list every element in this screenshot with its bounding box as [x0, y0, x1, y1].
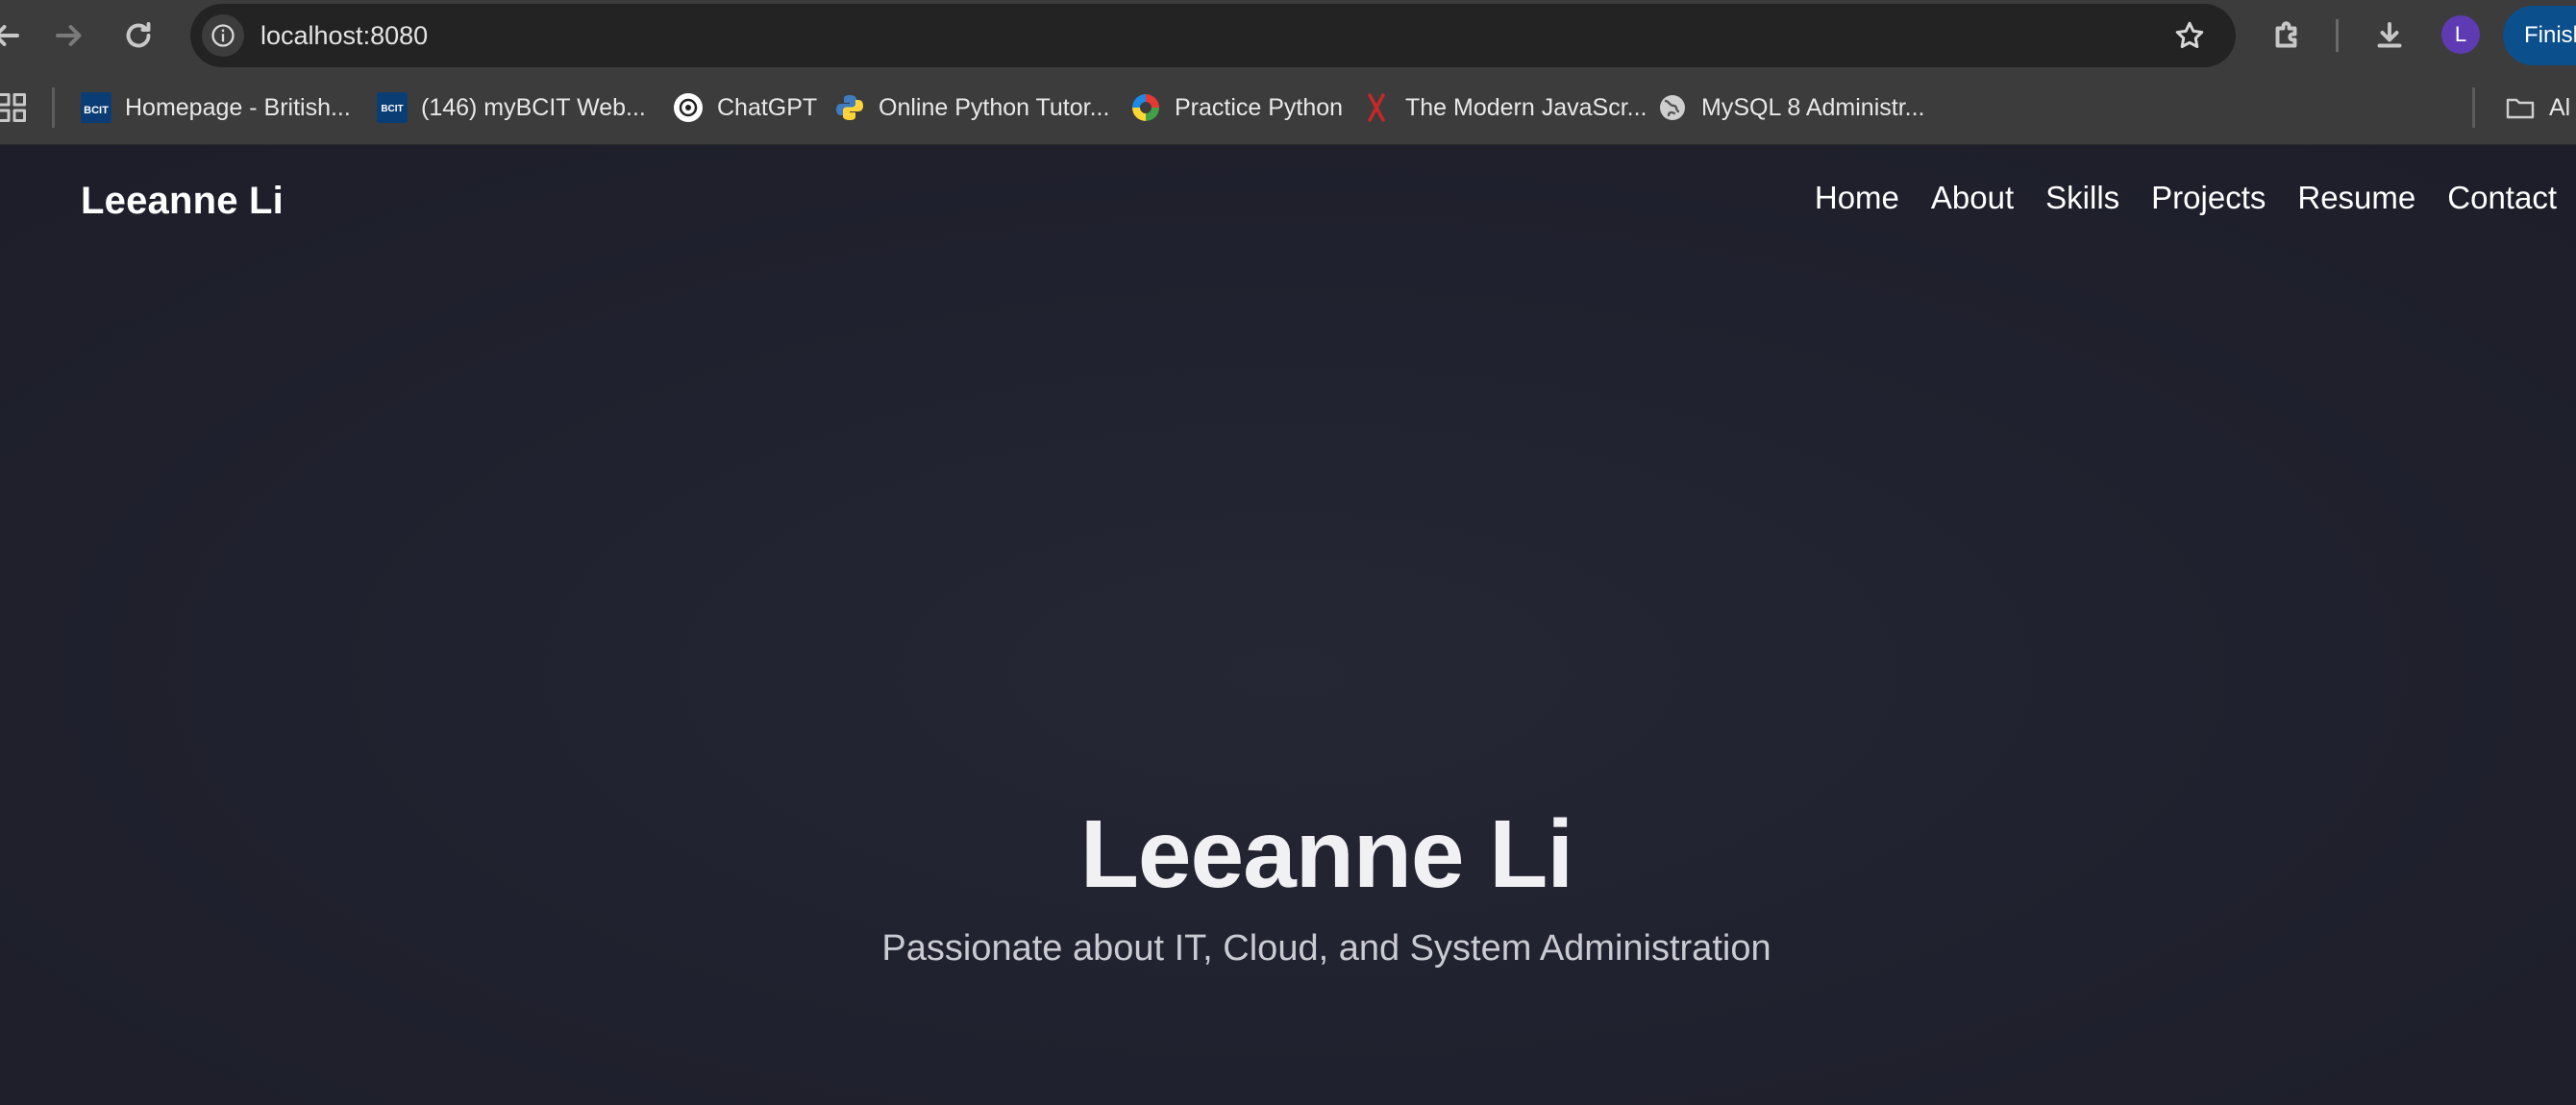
bookmark-label: The Modern JavaScr...	[1405, 93, 1647, 121]
reload-icon[interactable]	[115, 12, 161, 59]
bookmark-item[interactable]: Online Python Tutor...	[834, 86, 1109, 129]
hero-title: Leeanne Li	[1079, 800, 1573, 908]
bookmark-label: (146) myBCIT Web...	[421, 93, 646, 121]
address-bar[interactable]: localhost:8080	[190, 4, 2236, 67]
bookmark-item[interactable]: Practice Python	[1130, 86, 1343, 129]
browser-toolbar: localhost:8080 L Finish	[0, 0, 2576, 71]
url-text[interactable]: localhost:8080	[260, 4, 428, 67]
puzzle-icon[interactable]	[2265, 12, 2311, 59]
nav-contact[interactable]: Contact	[2447, 180, 2557, 216]
finish-update-button[interactable]: Finish	[2503, 6, 2576, 65]
forward-arrow-icon[interactable]	[46, 12, 92, 59]
bcit-icon: BCIT	[81, 92, 111, 123]
profile-avatar[interactable]: L	[2441, 15, 2480, 54]
bookmark-label: Practice Python	[1175, 93, 1344, 121]
bookmarks-bar: BCIT Homepage - British... BCIT (146) my…	[0, 71, 2576, 145]
bookmark-label: ChatGPT	[717, 93, 818, 121]
web-page: Leeanne Li Home About Skills Projects Re…	[0, 145, 2576, 1105]
star-icon[interactable]	[2172, 18, 2207, 53]
svg-text:BCIT: BCIT	[84, 105, 109, 116]
nav-projects[interactable]: Projects	[2151, 180, 2266, 216]
bookmark-label: Homepage - British...	[125, 93, 351, 121]
javascript-info-icon	[1361, 92, 1392, 123]
bookmark-item[interactable]: ChatGPT	[673, 86, 817, 129]
nav-about[interactable]: About	[1931, 180, 2014, 216]
all-bookmarks-label: Al	[2549, 93, 2571, 121]
toolbar-divider	[2336, 19, 2339, 52]
site-brand[interactable]: Leeanne Li	[81, 180, 284, 223]
apps-grid-icon[interactable]	[0, 85, 35, 131]
python-icon	[834, 92, 865, 123]
all-bookmarks-button[interactable]: Al	[2505, 86, 2570, 129]
site-nav: Home About Skills Projects Resume Contac…	[1815, 180, 2557, 216]
nav-skills[interactable]: Skills	[2045, 180, 2119, 216]
bookmark-label: MySQL 8 Administr...	[1701, 93, 1925, 121]
bcit-icon: BCIT	[377, 92, 408, 123]
chatgpt-icon	[673, 92, 704, 123]
globe-icon	[1657, 92, 1688, 123]
practice-python-icon	[1130, 92, 1161, 123]
hero-subtitle: Passionate about IT, Cloud, and System A…	[881, 928, 1771, 969]
download-icon[interactable]	[2366, 12, 2413, 59]
bookmarks-divider	[2472, 87, 2475, 128]
back-arrow-icon[interactable]	[0, 12, 29, 59]
info-icon[interactable]	[202, 14, 244, 57]
bookmark-item[interactable]: MySQL 8 Administr...	[1657, 86, 1924, 129]
svg-text:BCIT: BCIT	[381, 104, 403, 114]
bookmark-item[interactable]: BCIT Homepage - British...	[81, 86, 351, 129]
bookmarks-divider	[52, 87, 55, 128]
nav-resume[interactable]: Resume	[2297, 180, 2415, 216]
bookmark-item[interactable]: BCIT (146) myBCIT Web...	[377, 86, 646, 129]
bookmark-item[interactable]: The Modern JavaScr...	[1361, 86, 1647, 129]
bookmark-label: Online Python Tutor...	[879, 93, 1110, 121]
nav-home[interactable]: Home	[1815, 180, 1899, 216]
folder-icon	[2505, 92, 2536, 123]
